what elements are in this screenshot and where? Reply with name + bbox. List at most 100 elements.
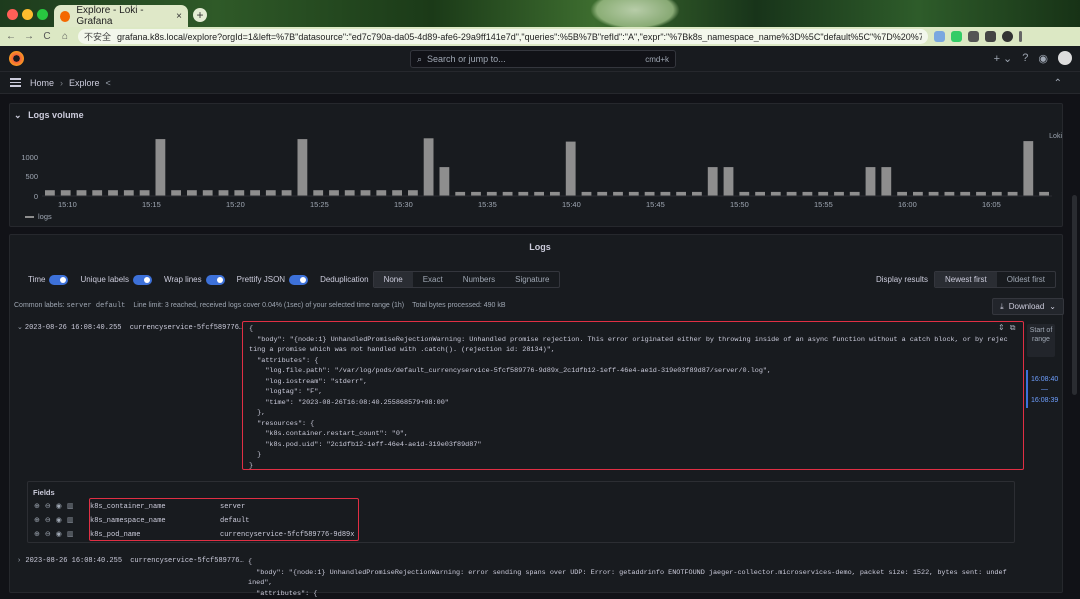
extensions-puzzle-icon[interactable]	[968, 31, 979, 42]
close-window-button[interactable]	[7, 9, 18, 20]
volume-bar[interactable]	[234, 190, 245, 196]
share-icon[interactable]: <	[106, 78, 111, 88]
volume-bar[interactable]	[139, 190, 150, 196]
add-menu-icon[interactable]: + ⌄	[994, 52, 1013, 65]
zoom-out-icon[interactable]: ⊖	[45, 502, 51, 511]
expand-icon[interactable]: ⌃	[1054, 78, 1062, 89]
volume-bar[interactable]	[597, 191, 608, 196]
volume-bar[interactable]	[897, 191, 907, 196]
volume-bar[interactable]	[849, 191, 860, 196]
log-row[interactable]: ⌄ 2023-08-26 16:08:40.255 currencyservice…	[17, 323, 243, 332]
start-of-range-button[interactable]: Start of range	[1027, 324, 1055, 357]
tab-close-icon[interactable]: ×	[176, 11, 182, 22]
new-tab-button[interactable]: +	[193, 8, 207, 22]
newest-first-option[interactable]: Newest first	[934, 272, 997, 287]
help-icon[interactable]: ?	[1022, 52, 1028, 64]
wrap-lines-toggle[interactable]	[205, 274, 225, 285]
volume-bar[interactable]	[187, 190, 197, 196]
volume-bar[interactable]	[1023, 141, 1034, 196]
volume-bar[interactable]	[834, 191, 844, 196]
volume-bar[interactable]	[581, 191, 592, 196]
volume-bar[interactable]	[723, 167, 734, 196]
expand-chevron-icon[interactable]: ›	[17, 557, 21, 565]
volume-bar[interactable]	[739, 191, 750, 196]
volume-bar[interactable]	[928, 191, 939, 196]
volume-bar[interactable]	[218, 190, 229, 196]
range-time-top[interactable]: 16:08:40	[1031, 376, 1058, 383]
volume-bar[interactable]	[76, 190, 87, 196]
range-time-bottom[interactable]: 16:08:39	[1031, 397, 1058, 404]
stats-icon[interactable]: ▥	[67, 530, 74, 539]
grafana-logo-icon[interactable]	[9, 51, 24, 66]
maximize-window-button[interactable]	[37, 9, 48, 20]
volume-bar[interactable]	[313, 190, 324, 196]
scrollbar[interactable]	[1072, 195, 1077, 395]
volume-bar[interactable]	[471, 191, 481, 196]
show-context-icon[interactable]: ⇕	[998, 323, 1005, 333]
volume-bar[interactable]	[439, 167, 450, 196]
volume-bar[interactable]	[502, 191, 513, 196]
volume-bar[interactable]	[60, 190, 71, 196]
volume-bar[interactable]	[250, 190, 260, 196]
download-button[interactable]: ⤓ Download ⌄	[992, 298, 1064, 315]
extension-icon[interactable]	[934, 31, 945, 42]
collapse-chevron-icon[interactable]: ⌄	[14, 110, 22, 120]
home-icon[interactable]: ⌂	[58, 31, 72, 42]
eye-icon[interactable]: ◉	[56, 502, 62, 511]
volume-bar[interactable]	[171, 190, 181, 196]
volume-bar[interactable]	[818, 191, 829, 196]
search-input[interactable]: ⌕ Search or jump to... cmd+k	[410, 50, 676, 68]
volume-bar[interactable]	[423, 138, 434, 197]
volume-bar[interactable]	[1039, 191, 1049, 196]
zoom-in-icon[interactable]: ⊕	[34, 530, 40, 539]
volume-bar[interactable]	[486, 191, 497, 196]
volume-bar[interactable]	[123, 190, 134, 196]
avatar[interactable]	[1058, 51, 1072, 65]
volume-bar[interactable]	[202, 190, 213, 196]
volume-bar[interactable]	[628, 191, 639, 196]
forward-icon[interactable]: →	[22, 31, 36, 42]
prettify-json-toggle[interactable]	[289, 274, 309, 285]
volume-bar[interactable]	[408, 190, 418, 196]
volume-bar[interactable]	[92, 190, 103, 196]
volume-bar[interactable]	[455, 191, 466, 196]
volume-bar[interactable]	[865, 167, 876, 196]
volume-bar[interactable]	[913, 191, 923, 196]
log-row[interactable]: › 2023-08-26 16:08:40.255 currencyservic…	[17, 557, 244, 565]
browser-tab[interactable]: Explore - Loki - Grafana ×	[54, 5, 188, 27]
minimize-window-button[interactable]	[22, 9, 33, 20]
dedup-exact-option[interactable]: Exact	[413, 272, 453, 287]
volume-bar[interactable]	[329, 190, 339, 196]
volume-bar[interactable]	[265, 190, 276, 196]
collapse-chevron-icon[interactable]: ⌄	[17, 324, 23, 332]
zoom-out-icon[interactable]: ⊖	[45, 530, 51, 539]
volume-bar[interactable]	[108, 190, 118, 196]
unique-labels-toggle[interactable]	[132, 274, 152, 285]
volume-bar[interactable]	[770, 191, 781, 196]
logs-volume-title[interactable]: ⌄ Logs volume	[14, 110, 84, 121]
volume-bar[interactable]	[360, 190, 371, 196]
volume-bar[interactable]	[991, 191, 1002, 196]
dedup-numbers-option[interactable]: Numbers	[453, 272, 505, 287]
stats-icon[interactable]: ▥	[67, 516, 74, 525]
menu-icon[interactable]	[1019, 31, 1022, 42]
extension-icon[interactable]	[951, 31, 962, 42]
news-icon[interactable]: ◉	[1038, 52, 1048, 65]
volume-bar[interactable]	[676, 191, 686, 196]
volume-bar[interactable]	[692, 191, 702, 196]
zoom-in-icon[interactable]: ⊕	[34, 516, 40, 525]
volume-bar[interactable]	[550, 191, 560, 196]
stats-icon[interactable]: ▥	[67, 502, 74, 511]
volume-bar[interactable]	[1007, 191, 1018, 196]
chart-legend[interactable]: logs	[25, 212, 52, 221]
volume-bar[interactable]	[976, 191, 986, 196]
zoom-in-icon[interactable]: ⊕	[34, 502, 40, 511]
volume-bar[interactable]	[944, 191, 955, 196]
volume-bar[interactable]	[802, 191, 813, 196]
volume-bar[interactable]	[376, 190, 387, 196]
copy-icon[interactable]: ⧉	[1010, 323, 1016, 333]
breadcrumb-explore[interactable]: Explore	[69, 78, 100, 88]
volume-bar[interactable]	[45, 190, 55, 196]
volume-bar[interactable]	[565, 141, 576, 196]
dedup-signature-option[interactable]: Signature	[505, 272, 559, 287]
